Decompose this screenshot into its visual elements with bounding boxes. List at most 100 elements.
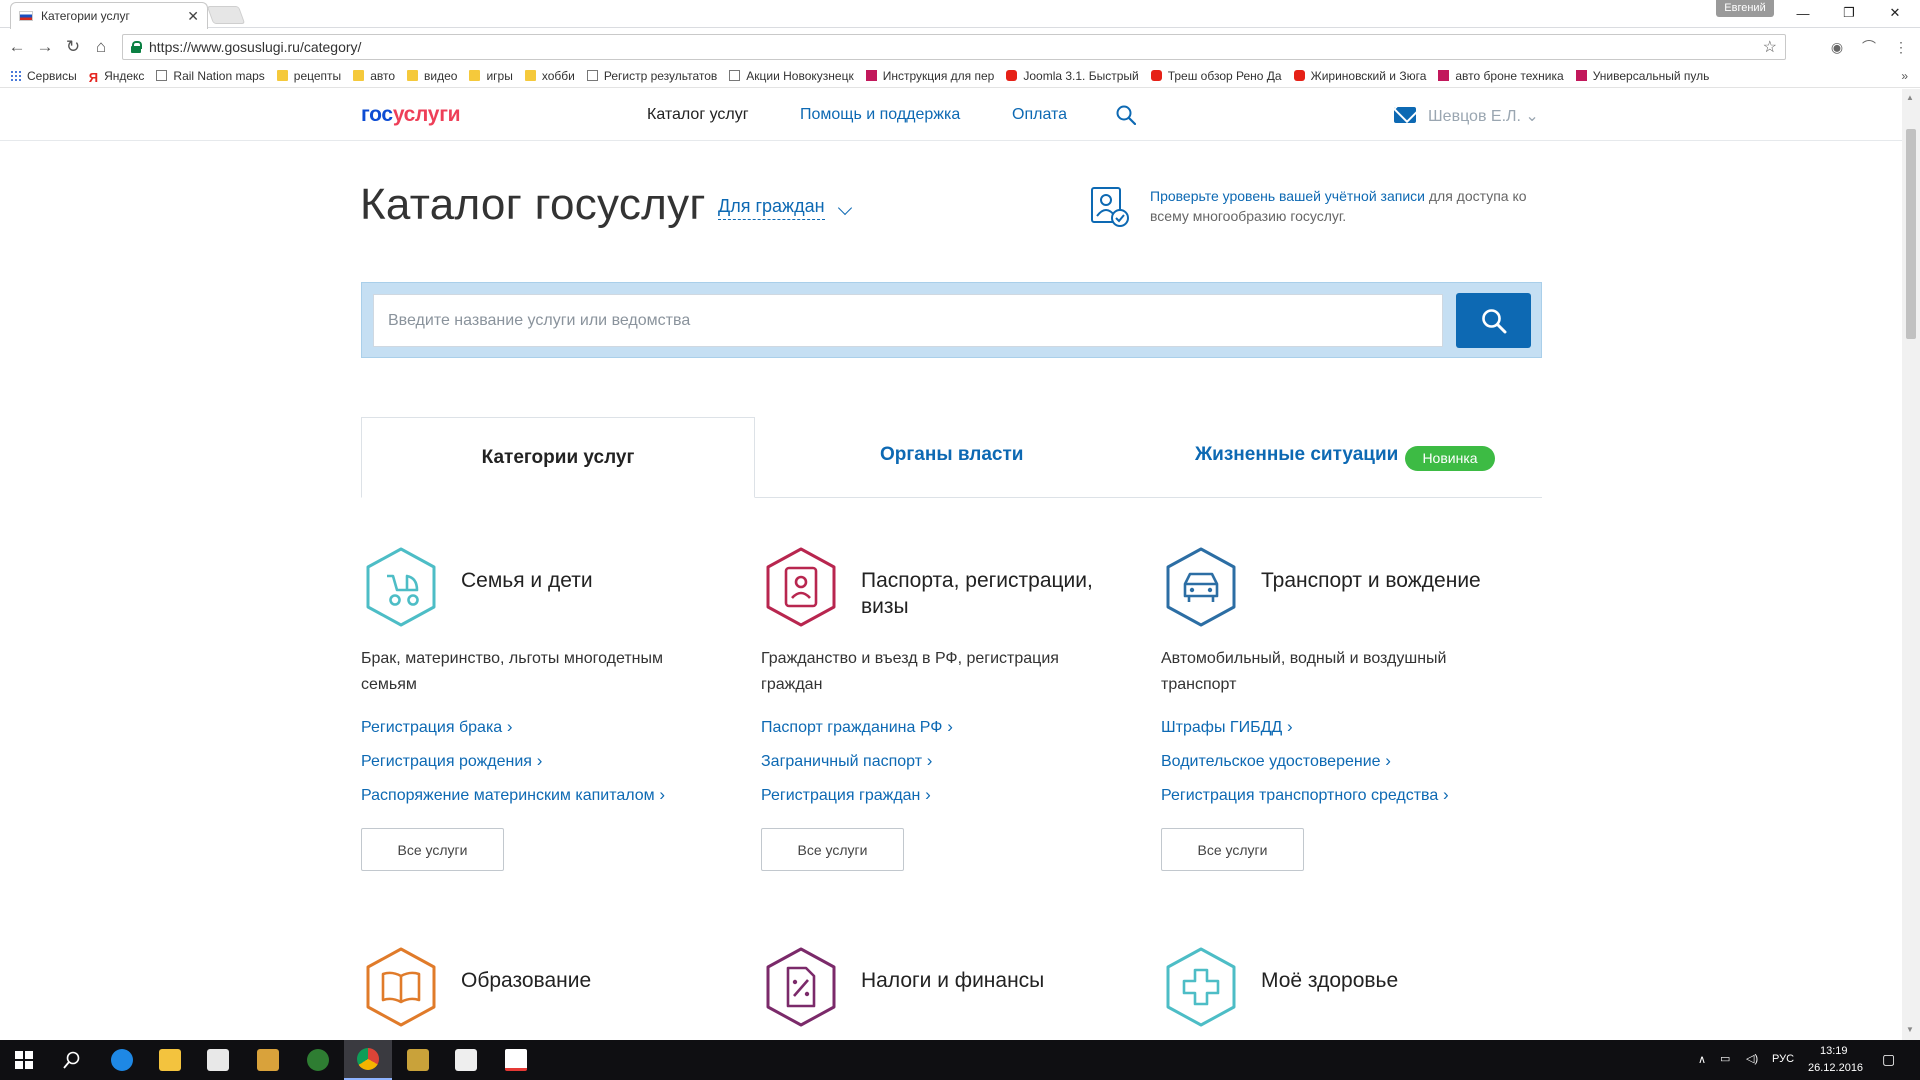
- calculator-icon[interactable]: [442, 1040, 490, 1080]
- baby-stroller-icon[interactable]: [361, 546, 441, 628]
- nav-catalog[interactable]: Каталог услуг: [647, 106, 749, 124]
- volume-icon[interactable]: ◁): [1746, 1052, 1758, 1065]
- home-icon[interactable]: ⌂: [89, 35, 113, 59]
- gosuslugi-logo[interactable]: госуслуги: [361, 103, 461, 127]
- category-link[interactable]: Паспорт гражданина РФ: [761, 710, 953, 744]
- bookmark-item[interactable]: Регистр результатов: [586, 69, 717, 83]
- bookmarks-overflow-icon[interactable]: »: [1901, 69, 1908, 83]
- category-link[interactable]: Распоряжение материнским капиталом: [361, 778, 665, 812]
- file-explorer-icon[interactable]: [146, 1040, 194, 1080]
- window-close-icon[interactable]: ✕: [1872, 0, 1918, 26]
- network-icon[interactable]: ▭: [1720, 1052, 1730, 1065]
- bookmark-item[interactable]: Треш обзор Рено Да: [1150, 69, 1282, 83]
- category-link[interactable]: Штрафы ГИБДД: [1161, 710, 1449, 744]
- address-bar[interactable]: https://www.gosuslugi.ru/category/ ☆: [122, 34, 1786, 60]
- category-link[interactable]: Регистрация транспортного средства: [1161, 778, 1449, 812]
- clock-date[interactable]: 26.12.2016: [1808, 1062, 1863, 1074]
- new-tab-button[interactable]: [206, 6, 246, 24]
- scroll-up-icon[interactable]: ▲: [1906, 93, 1914, 102]
- search-icon: [1481, 308, 1506, 333]
- minimize-icon[interactable]: —: [1780, 0, 1826, 26]
- tab-authorities[interactable]: Органы власти: [880, 444, 1023, 466]
- back-arrow-icon[interactable]: ←: [5, 35, 29, 59]
- bookmark-label: хобби: [541, 68, 575, 83]
- category-title[interactable]: Паспорта, регистрации, визы: [861, 568, 1121, 620]
- user-menu[interactable]: Шевцов Е.Л. ⌄: [1428, 106, 1539, 126]
- bookmark-item[interactable]: Rail Nation maps: [156, 69, 265, 83]
- media-player-icon[interactable]: [244, 1040, 292, 1080]
- edge-browser-icon[interactable]: [98, 1040, 146, 1080]
- mail-icon[interactable]: [1394, 107, 1416, 123]
- reload-icon[interactable]: ↻: [61, 35, 85, 59]
- tax-document-icon[interactable]: [761, 946, 841, 1028]
- russia-flag-icon: [19, 11, 33, 21]
- all-services-button[interactable]: Все услуги: [1161, 828, 1304, 871]
- audience-dropdown[interactable]: Для граждан: [718, 196, 825, 220]
- taskbar-search-icon[interactable]: [48, 1040, 96, 1080]
- nav-help[interactable]: Помощь и поддержка: [800, 106, 960, 124]
- feather-app-icon[interactable]: [492, 1040, 540, 1080]
- service-search-input[interactable]: [373, 294, 1443, 347]
- all-services-button[interactable]: Все услуги: [761, 828, 904, 871]
- category-link[interactable]: Регистрация рождения: [361, 744, 665, 778]
- category-title[interactable]: Семья и дети: [461, 568, 721, 594]
- passport-icon[interactable]: [761, 546, 841, 628]
- store-icon[interactable]: [194, 1040, 242, 1080]
- category-title[interactable]: Моё здоровье: [1261, 968, 1521, 994]
- language-indicator[interactable]: РУС: [1772, 1053, 1794, 1065]
- chrome-icon[interactable]: [344, 1040, 392, 1080]
- page-scrollbar[interactable]: ▲ ▼: [1902, 89, 1920, 1040]
- car-icon[interactable]: [1161, 546, 1241, 628]
- windows-start-icon[interactable]: [0, 1040, 48, 1080]
- medical-cross-icon[interactable]: [1161, 946, 1241, 1028]
- bookmark-item[interactable]: авто броне техника: [1438, 69, 1564, 83]
- bookmark-item[interactable]: Сервисы: [10, 69, 77, 83]
- bookmark-item[interactable]: видео: [407, 69, 457, 83]
- category-title[interactable]: Транспорт и вождение: [1261, 568, 1521, 594]
- tray-chevron-up-icon[interactable]: ∧: [1698, 1053, 1706, 1066]
- clock-time[interactable]: 13:19: [1820, 1045, 1848, 1057]
- chevron-down-icon[interactable]: [837, 200, 853, 216]
- bookmark-item[interactable]: Акции Новокузнецк: [729, 69, 854, 83]
- search-button[interactable]: [1456, 293, 1531, 348]
- bookmark-label: Сервисы: [27, 68, 77, 83]
- notifications-icon[interactable]: ▢: [1882, 1051, 1895, 1068]
- category-link[interactable]: Заграничный паспорт: [761, 744, 953, 778]
- game-app-icon[interactable]: [394, 1040, 442, 1080]
- browser-menu-icon[interactable]: ⋮: [1892, 38, 1910, 56]
- search-icon[interactable]: [1116, 105, 1136, 125]
- category-title[interactable]: Образование: [461, 968, 721, 994]
- nav-payment[interactable]: Оплата: [1012, 106, 1067, 124]
- bookmark-item[interactable]: Жириновский и Зюга: [1293, 69, 1426, 83]
- category-link[interactable]: Водительское удостоверение: [1161, 744, 1449, 778]
- browser-tab-active[interactable]: Категории услуг ✕: [10, 2, 208, 29]
- globe-app-icon[interactable]: [294, 1040, 342, 1080]
- bookmark-item[interactable]: хобби: [524, 68, 575, 83]
- page-title: Каталог госуслуг: [360, 180, 706, 229]
- bookmark-item[interactable]: Универсальный пуль: [1575, 69, 1709, 83]
- bookmark-item[interactable]: Инструкция для пер: [865, 69, 994, 83]
- close-icon[interactable]: ✕: [187, 8, 199, 25]
- bookmark-item[interactable]: рецепты: [276, 69, 341, 83]
- d-icon: [1575, 70, 1587, 81]
- extension-rainbow-icon[interactable]: ⌒: [1860, 38, 1878, 56]
- restore-icon[interactable]: ❐: [1826, 0, 1872, 26]
- bookmark-item[interactable]: Joomla 3.1. Быстрый: [1006, 69, 1139, 83]
- bookmark-item[interactable]: авто: [353, 69, 395, 83]
- category-link[interactable]: Регистрация брака: [361, 710, 665, 744]
- scroll-down-icon[interactable]: ▼: [1906, 1025, 1914, 1034]
- bookmark-item[interactable]: игры: [469, 69, 513, 83]
- account-level-link[interactable]: Проверьте уровень вашей учётной записи: [1150, 188, 1425, 204]
- tab-categories[interactable]: Категории услуг: [361, 417, 755, 498]
- book-icon[interactable]: [361, 946, 441, 1028]
- tab-life-situations[interactable]: Жизненные ситуации: [1195, 444, 1398, 466]
- category-link[interactable]: Регистрация граждан: [761, 778, 953, 812]
- all-services-button[interactable]: Все услуги: [361, 828, 504, 871]
- extension-icon[interactable]: ◉: [1828, 38, 1846, 56]
- browser-profile-badge[interactable]: Евгений: [1716, 0, 1774, 17]
- scroll-thumb[interactable]: [1906, 129, 1916, 339]
- bookmark-star-icon[interactable]: ☆: [1763, 37, 1777, 57]
- forward-arrow-icon[interactable]: →: [33, 35, 57, 59]
- bookmark-item[interactable]: Я Яндекс: [89, 69, 145, 86]
- category-title[interactable]: Налоги и финансы: [861, 968, 1121, 994]
